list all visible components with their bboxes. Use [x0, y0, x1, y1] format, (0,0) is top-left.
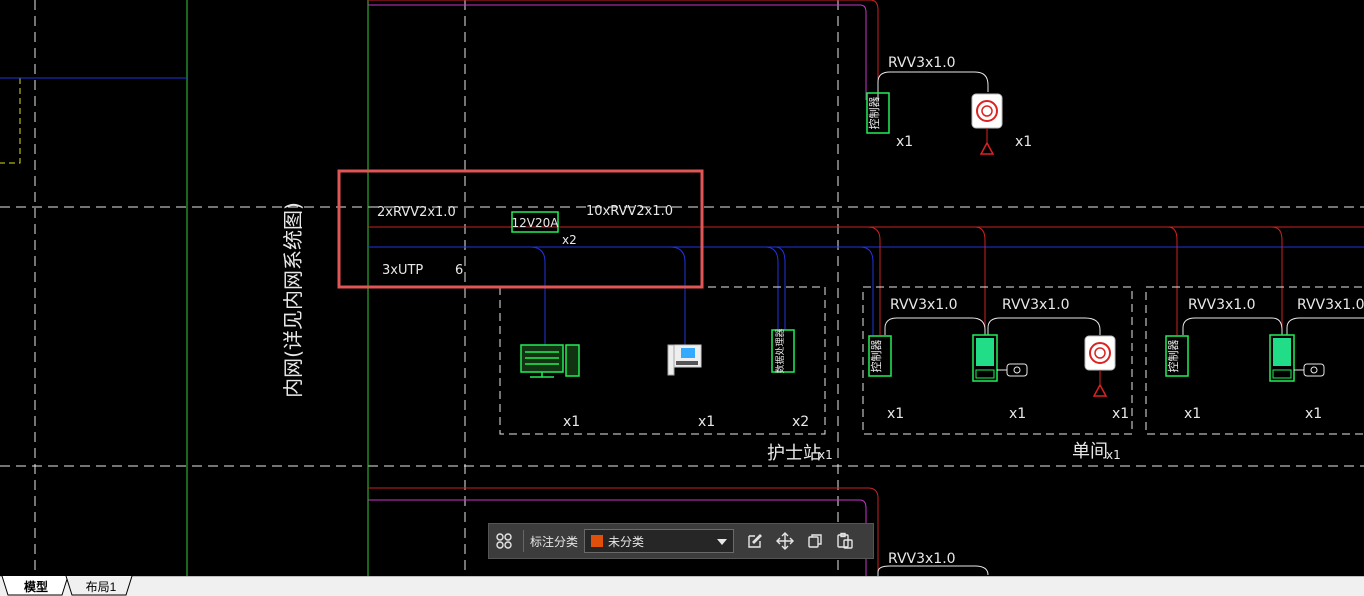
bedside-terminal-icon[interactable]	[1269, 334, 1295, 382]
cad-canvas[interactable]: 控制器 控制器 控制器 数据处理器 12V20A x2 2xRVV2x1.0 1…	[0, 0, 1364, 578]
qty-label: x1	[698, 414, 715, 430]
qty-label: x1	[887, 406, 904, 422]
rvv3-label: RVV3x1.0	[890, 297, 958, 313]
power-qty: x2	[562, 233, 577, 247]
rvv3-label: RVV3x1.0	[888, 551, 956, 567]
controller-label: 控制器	[1166, 340, 1180, 373]
qty-label: x1	[1015, 134, 1032, 150]
cable-label-utp: 3xUTP	[382, 263, 423, 278]
call-button-icon[interactable]	[997, 363, 1028, 377]
yellow-boundary	[0, 77, 21, 164]
emergency-pull-cord-icon[interactable]	[1084, 335, 1116, 397]
edit-icon[interactable]	[740, 524, 770, 558]
rvv3-wires	[877, 71, 1364, 578]
cable-label-2rvv: 2xRVV2x1.0	[377, 205, 456, 220]
system-title: 内网(详见内网系统图)	[281, 202, 305, 398]
layout-tab-bar: 模型 布局1	[0, 576, 1364, 596]
data-processor-label: 数据处理器	[774, 328, 786, 373]
bedside-terminal-icon[interactable]	[972, 334, 998, 382]
chevron-down-icon	[717, 539, 728, 545]
magenta-wire	[368, 4, 867, 100]
power-supply-label: 12V20A	[512, 216, 560, 230]
intercom-phone-icon[interactable]	[667, 344, 702, 376]
move-icon[interactable]	[770, 524, 800, 558]
qty-label: x1	[1112, 406, 1129, 422]
room-label-suffix: x1	[1106, 448, 1121, 462]
controller-device-room2[interactable]: 控制器	[1165, 335, 1189, 377]
rvv3-label: RVV3x1.0	[1002, 297, 1070, 313]
tab-model[interactable]: 模型	[6, 577, 66, 596]
room-label-nurse-station: 护士站	[767, 443, 821, 464]
room-label-single: 单间	[1072, 441, 1108, 462]
rvv3-label: RVV3x1.0	[888, 55, 956, 71]
qty-label: x1	[896, 134, 913, 150]
cable-label-10rvv: 10xRVV2x1.0	[586, 204, 673, 219]
red-wire	[368, 0, 879, 100]
utp-count: 6	[455, 263, 463, 278]
annotation-category-select[interactable]: 未分类	[584, 529, 735, 553]
selected-category: 未分类	[608, 534, 645, 549]
rvv3-label: RVV3x1.0	[1297, 297, 1364, 313]
tab-layout1[interactable]: 布局1	[70, 577, 132, 596]
workstation-icon[interactable]	[520, 344, 580, 378]
annotation-category-label: 标注分类	[530, 534, 579, 549]
qty-label: x2	[792, 414, 809, 430]
controller-label: 控制器	[869, 340, 883, 373]
qty-label: x1	[1305, 406, 1322, 422]
controller-label: 控制器	[867, 97, 881, 130]
qty-label: x1	[1184, 406, 1201, 422]
annotation-toolbar: 标注分类 未分类	[488, 523, 874, 559]
grid-icon[interactable]	[489, 524, 519, 558]
emergency-pull-cord-icon[interactable]	[971, 93, 1003, 155]
rvv3-label: RVV3x1.0	[1188, 297, 1256, 313]
paste-icon[interactable]	[830, 524, 860, 558]
toolbar-divider	[523, 530, 524, 552]
category-color-swatch	[591, 535, 604, 547]
controller-device-room1[interactable]: 控制器	[868, 335, 892, 377]
call-button-icon[interactable]	[1294, 363, 1325, 377]
dashed-grid	[0, 0, 1364, 578]
room-label-suffix: x1	[818, 448, 833, 462]
qty-label: x1	[1009, 406, 1026, 422]
data-processor-device[interactable]: 数据处理器	[771, 328, 795, 374]
qty-label: x1	[563, 414, 580, 430]
copy-icon[interactable]	[800, 524, 830, 558]
controller-device-top[interactable]: 控制器	[866, 92, 890, 134]
